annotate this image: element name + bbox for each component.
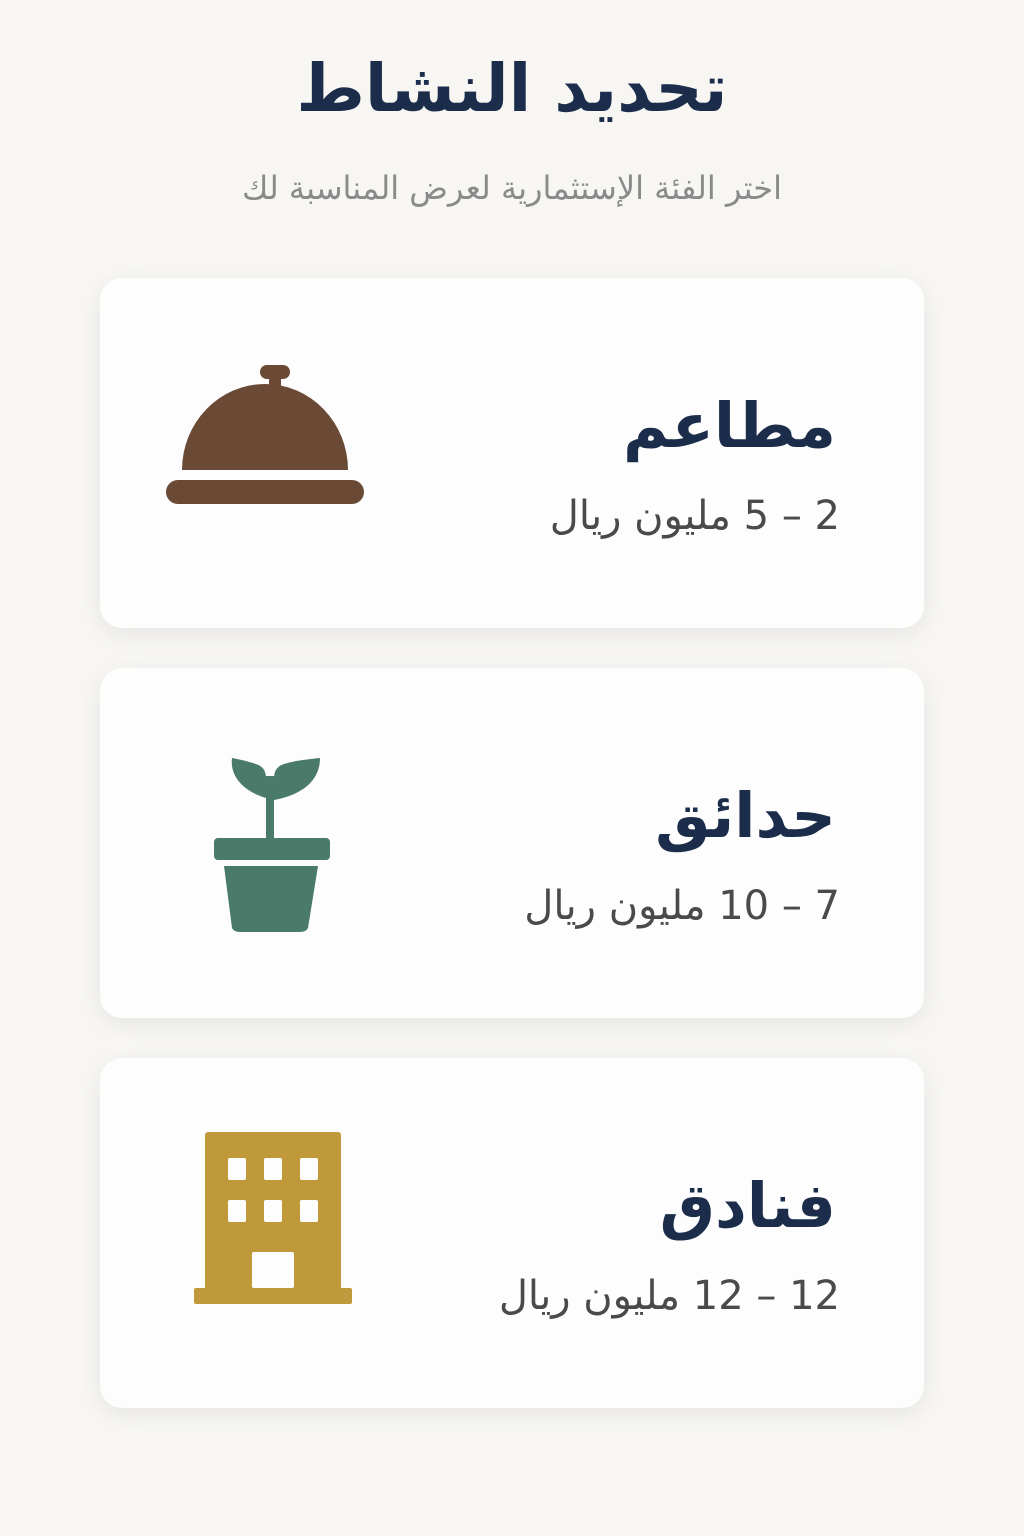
category-card-restaurants[interactable]: مطاعم 2 – 5 مليون ريال (100, 278, 924, 628)
category-name: مطاعم (622, 389, 836, 462)
category-card-gardens[interactable]: حدائق 7 – 10 مليون ريال (100, 668, 924, 1018)
page-subtitle: اختر الفئة الإستثمارية لعرض المناسبة لك (242, 169, 782, 207)
cloche-icon (160, 348, 380, 558)
category-price-range: 12 – 12 مليون ريال (498, 1273, 840, 1319)
category-price-range: 7 – 10 مليون ريال (524, 883, 840, 929)
plant-pot-icon (160, 738, 380, 948)
category-name: حدائق (655, 779, 836, 852)
page-title: تحديد النشاط (296, 50, 728, 127)
category-name: فنادق (659, 1169, 836, 1242)
hotel-building-icon (160, 1128, 380, 1338)
category-card-hotels[interactable]: فنادق 12 – 12 مليون ريال (100, 1058, 924, 1408)
category-price-range: 2 – 5 مليون ريال (549, 493, 840, 539)
